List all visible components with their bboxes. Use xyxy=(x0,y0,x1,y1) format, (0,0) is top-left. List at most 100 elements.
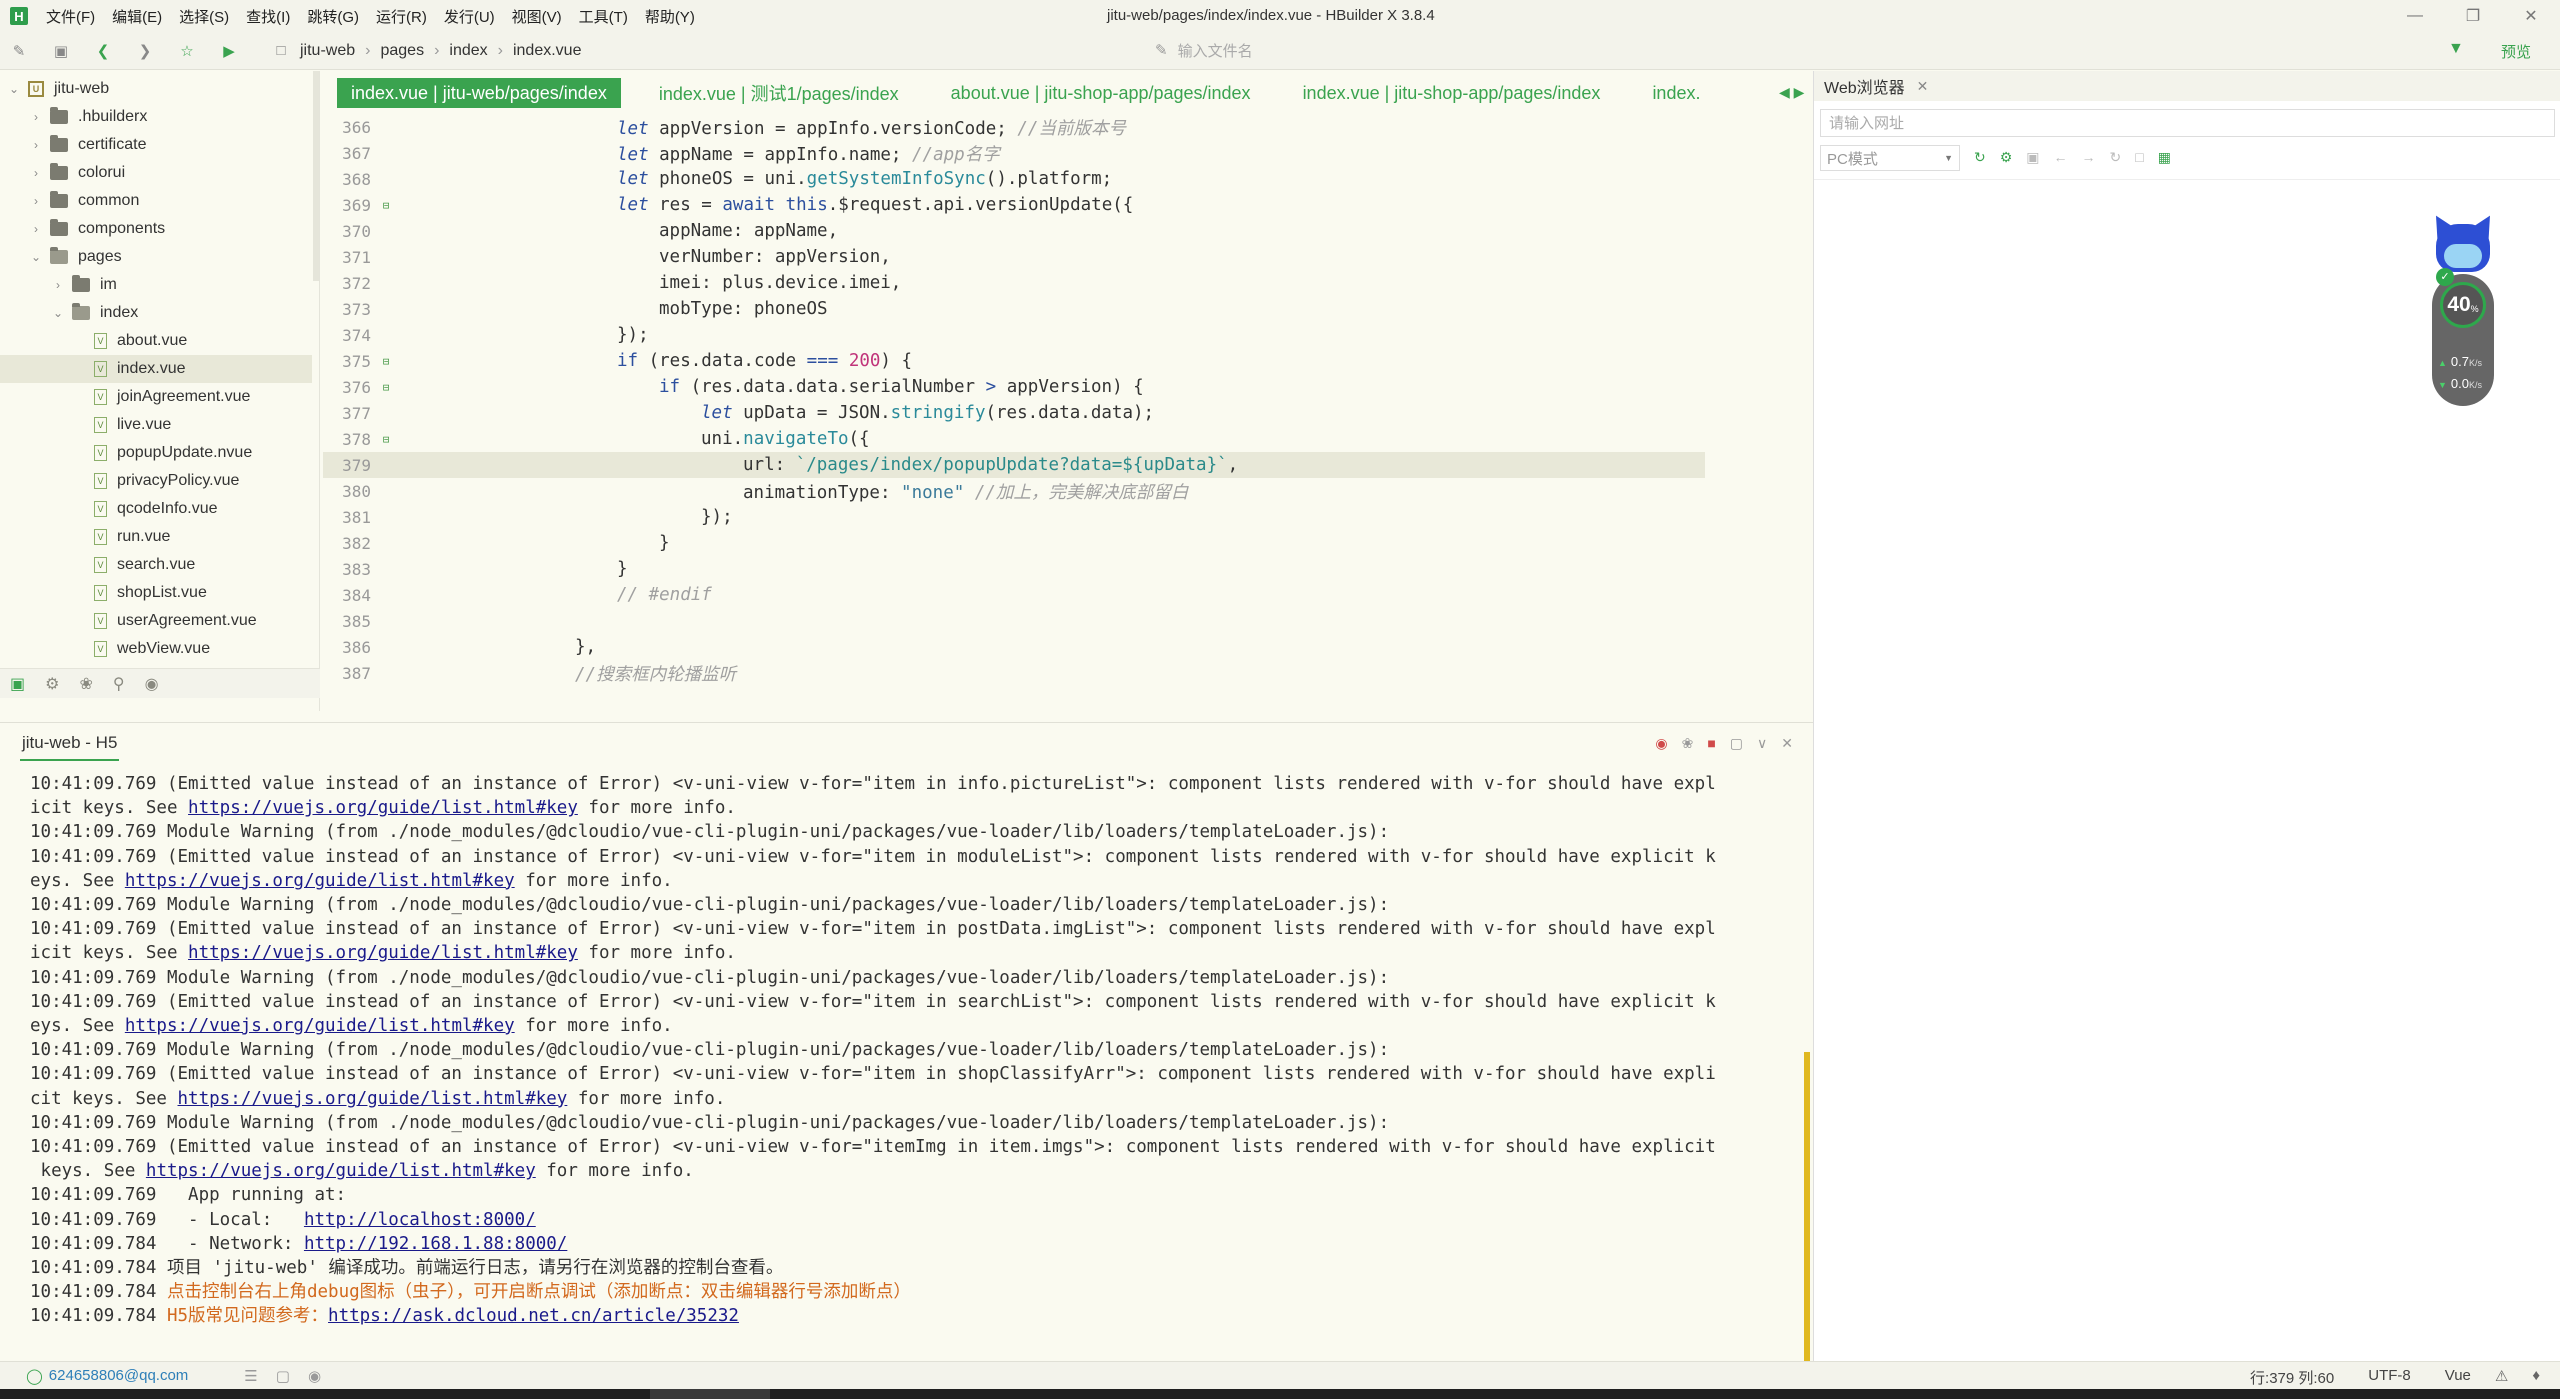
nav-forward-icon[interactable]: → xyxy=(2082,149,2096,166)
file-search-placeholder[interactable]: 输入文件名 xyxy=(1178,40,1253,61)
file-item[interactable]: VshopList.vue xyxy=(0,579,312,607)
menu-run[interactable]: 运行(R) xyxy=(376,6,427,27)
folder-item[interactable]: › components xyxy=(0,215,312,243)
console-scrollbar[interactable] xyxy=(1804,1052,1810,1362)
chevron-down-icon[interactable]: ⌄ xyxy=(6,82,22,96)
menu-file[interactable]: 文件(F) xyxy=(46,6,95,27)
code-line[interactable]: 386}, xyxy=(323,634,1705,660)
editor-tab[interactable]: index.vue | jitu-shop-app/pages/index xyxy=(1289,78,1615,108)
chevron-down-icon[interactable]: ⌄ xyxy=(50,306,66,320)
chevron-right-icon[interactable]: › xyxy=(28,166,44,180)
menu-help[interactable]: 帮助(Y) xyxy=(645,6,695,27)
line-number[interactable]: 367 xyxy=(323,144,371,163)
lock-icon[interactable]: ◉ xyxy=(1655,735,1667,752)
tab-web-browser[interactable]: Web浏览器 ✕ xyxy=(1824,74,1928,98)
code-line[interactable]: 375 ⊟ if (res.data.code === 200) { xyxy=(323,348,1705,374)
console-link[interactable]: https://vuejs.org/guide/list.html#key xyxy=(188,798,578,818)
editor-tab[interactable]: index. xyxy=(1638,78,1714,108)
lock-icon[interactable]: □ xyxy=(2135,149,2143,166)
palette-icon[interactable]: ◉ xyxy=(308,1367,321,1385)
file-item[interactable]: VjoinAgreement.vue xyxy=(0,383,312,411)
line-number[interactable]: 376 xyxy=(323,378,371,397)
code-line[interactable]: 367 let appName = appInfo.name; //app名字 xyxy=(323,140,1705,166)
chevron-right-icon[interactable]: › xyxy=(28,138,44,152)
breadcrumb-item[interactable]: jitu-web xyxy=(300,42,355,60)
minimize-icon[interactable]: — xyxy=(2386,0,2444,32)
project-item[interactable]: ⌄ Ujitu-web xyxy=(0,75,312,103)
console-link[interactable]: https://vuejs.org/guide/list.html#key xyxy=(125,1016,515,1036)
menu-tools[interactable]: 工具(T) xyxy=(579,6,628,27)
folder-item[interactable]: › common xyxy=(0,187,312,215)
search-icon[interactable]: ⚲ xyxy=(113,674,125,694)
fold-toggle-icon[interactable]: ⊟ xyxy=(377,381,395,394)
breadcrumb-item[interactable]: index.vue xyxy=(513,42,582,60)
menu-publish[interactable]: 发行(U) xyxy=(444,6,495,27)
url-input[interactable] xyxy=(1820,109,2555,137)
folder-item[interactable]: ⌄ pages xyxy=(0,243,312,271)
folder-item[interactable]: › certificate xyxy=(0,131,312,159)
menu-select[interactable]: 选择(S) xyxy=(179,6,229,27)
code-line[interactable]: 371 verNumber: appVersion, xyxy=(323,244,1705,270)
debug-icon[interactable]: ❀ xyxy=(1682,735,1694,752)
project-manager-icon[interactable]: ▣ xyxy=(10,674,25,694)
line-number[interactable]: 377 xyxy=(323,404,371,423)
chevron-right-icon[interactable]: › xyxy=(28,194,44,208)
preview-button[interactable]: 预览 xyxy=(2486,38,2546,64)
menu-view[interactable]: 视图(V) xyxy=(512,6,562,27)
console-link[interactable]: http://localhost:8000/ xyxy=(304,1210,536,1230)
file-item[interactable]: VwebView.vue xyxy=(0,635,312,663)
sidebar-scrollbar[interactable] xyxy=(313,71,319,281)
line-number[interactable]: 371 xyxy=(323,248,371,267)
back-icon[interactable]: ❮ xyxy=(92,40,114,62)
editor-tab[interactable]: about.vue | jitu-shop-app/pages/index xyxy=(937,78,1265,108)
code-line[interactable]: 377 let upData = JSON.stringify(res.data.… xyxy=(323,400,1705,426)
code-line[interactable]: 376 ⊟ if (res.data.data.serialNumber > app… xyxy=(323,374,1705,400)
line-number[interactable]: 385 xyxy=(323,612,371,631)
console-tab-title[interactable]: jitu-web - H5 xyxy=(20,727,120,761)
line-number[interactable]: 375 xyxy=(323,352,371,371)
line-number[interactable]: 369 xyxy=(323,196,371,215)
code-line[interactable]: 378 ⊟ uni.navigateTo({ xyxy=(323,426,1705,452)
fold-toggle-icon[interactable]: ⊟ xyxy=(377,199,395,212)
line-number[interactable]: 372 xyxy=(323,274,371,293)
code-line[interactable]: 380 animationType: "none" //加上，完美解决底部留白 xyxy=(323,478,1705,504)
console-link[interactable]: https://ask.dcloud.net.cn/article/35232 xyxy=(328,1306,739,1326)
save-icon[interactable]: ▣ xyxy=(50,40,72,62)
chevron-down-icon[interactable]: ⌄ xyxy=(28,250,44,264)
tab-scroll-arrows-icon[interactable]: ◀ ▶ xyxy=(1779,84,1804,101)
code-line[interactable]: 384 // #endif xyxy=(323,582,1705,608)
file-item[interactable]: Vrun.vue xyxy=(0,523,312,551)
chevron-right-icon[interactable]: › xyxy=(28,110,44,124)
console-link[interactable]: https://vuejs.org/guide/list.html#key xyxy=(125,871,515,891)
bell-icon[interactable]: ♦ xyxy=(2532,1367,2540,1388)
restore-icon[interactable]: ❐ xyxy=(2444,0,2502,32)
line-number[interactable]: 368 xyxy=(323,170,371,189)
code-line[interactable]: 383} xyxy=(323,556,1705,582)
code-line[interactable]: 373 mobType: phoneOS xyxy=(323,296,1705,322)
line-number[interactable]: 374 xyxy=(323,326,371,345)
screenshot-icon[interactable]: ▣ xyxy=(2026,149,2039,166)
menu-edit[interactable]: 编辑(E) xyxy=(112,6,162,27)
file-search[interactable]: ✎ 输入文件名 xyxy=(1155,36,1655,64)
code-line[interactable]: 381}); xyxy=(323,504,1705,530)
bookmark-star-icon[interactable]: ☆ xyxy=(176,40,198,62)
console-link[interactable]: https://vuejs.org/guide/list.html#key xyxy=(178,1089,568,1109)
qr-code-icon[interactable]: ▦ xyxy=(2158,149,2171,166)
editor-tab[interactable]: index.vue | jitu-web/pages/index xyxy=(337,78,621,108)
open-external-icon[interactable]: ↻ xyxy=(1974,149,1986,166)
folder-item[interactable]: ⌄ index xyxy=(0,299,312,327)
file-item[interactable]: Vindex.vue xyxy=(0,355,312,383)
close-console-icon[interactable]: ✕ xyxy=(1781,735,1793,752)
file-item[interactable]: Vabout.vue xyxy=(0,327,312,355)
line-number[interactable]: 373 xyxy=(323,300,371,319)
line-number[interactable]: 384 xyxy=(323,586,371,605)
refresh-icon[interactable]: ↻ xyxy=(2110,149,2122,166)
code-editor[interactable]: 387//搜索框内轮播监听 386}, 385 384// #endif 383} 382… xyxy=(323,114,1813,708)
palette-icon[interactable]: ◉ xyxy=(145,674,159,694)
file-item[interactable]: VqcodeInfo.vue xyxy=(0,495,312,523)
line-number[interactable]: 380 xyxy=(323,482,371,501)
list-icon[interactable]: ☰ xyxy=(244,1367,257,1385)
breadcrumb-item[interactable]: index xyxy=(449,42,487,60)
fold-toggle-icon[interactable]: ⊟ xyxy=(377,355,395,368)
message-icon[interactable]: ▢ xyxy=(276,1367,290,1385)
